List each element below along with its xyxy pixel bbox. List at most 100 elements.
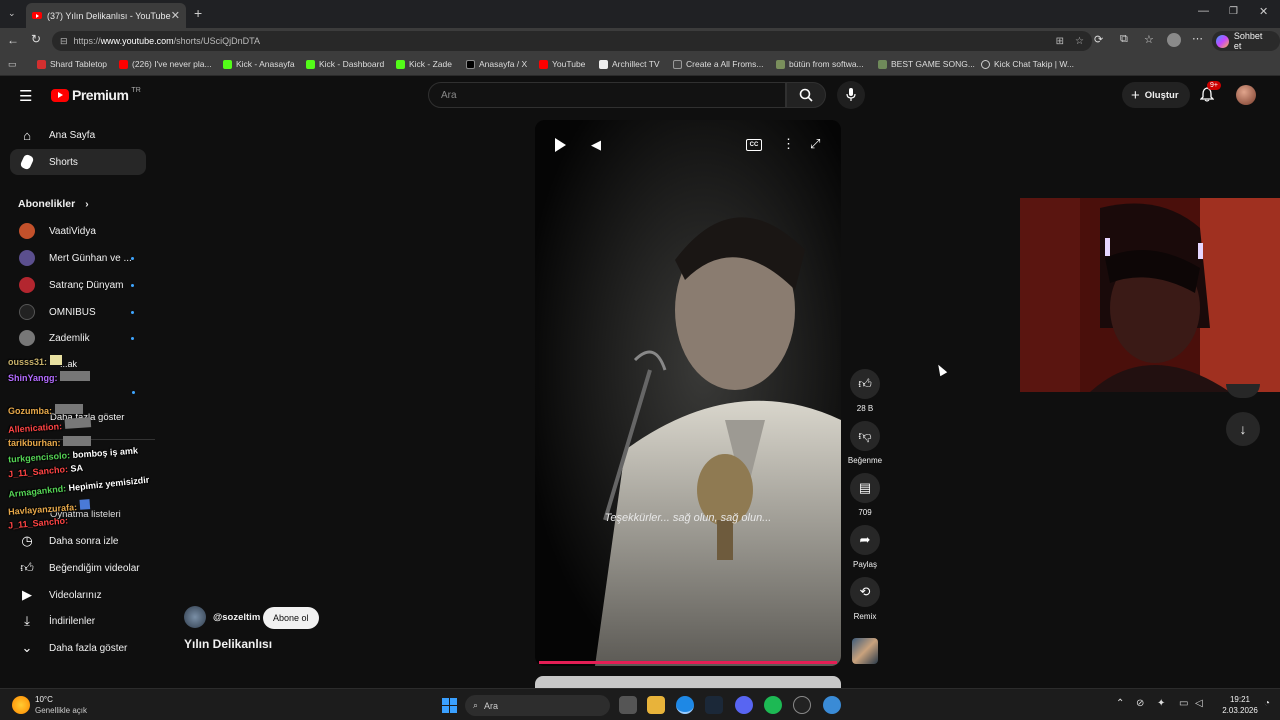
maximize-icon[interactable]: ❐ <box>1229 6 1238 17</box>
tab-title: (37) Yılın Delikanlısı - YouTube <box>47 10 171 21</box>
search-input[interactable]: Ara <box>441 90 457 101</box>
sidebar-toggle-icon[interactable]: ▭ <box>8 59 17 70</box>
spotify-icon[interactable] <box>764 696 782 714</box>
url-field[interactable]: ⊟ https://www.youtube.com/shorts/USciQjD… <box>52 31 1092 51</box>
sidebar-item-subscription[interactable]: Zademlik <box>10 325 146 351</box>
favorite-star-icon[interactable]: ☆ <box>1075 36 1084 47</box>
fullscreen-icon[interactable]: ⤢ <box>810 136 820 152</box>
progress-bar[interactable] <box>539 661 837 664</box>
next-short-preview[interactable] <box>535 676 841 688</box>
sidebar-item-label: Shorts <box>49 156 78 168</box>
play-button[interactable] <box>555 138 566 152</box>
share-button[interactable]: ➦ <box>850 525 880 555</box>
search-box[interactable]: Ara <box>428 82 786 108</box>
profile-avatar[interactable] <box>1167 33 1181 47</box>
back-icon[interactable]: ← <box>7 33 19 47</box>
bookmark-item[interactable]: YouTube <box>539 59 585 69</box>
new-tab-icon[interactable]: + <box>194 5 202 21</box>
sound-thumbnail[interactable] <box>852 638 878 664</box>
app-icon[interactable] <box>823 696 841 714</box>
sidebar-item-show-more[interactable]: ⌄ Daha fazla göster <box>10 635 146 661</box>
sidebar-item-watch-later[interactable]: ◷ Daha sonra izle <box>10 528 146 554</box>
sidebar-item-subscription[interactable]: OMNIBUS <box>10 299 146 325</box>
browser-tab[interactable]: (37) Yılın Delikanlısı - YouTube ✕ <box>26 3 186 28</box>
site-info-icon[interactable]: ⊟ <box>60 36 68 47</box>
steam-icon[interactable] <box>705 696 723 714</box>
notifications-button[interactable]: 9+ <box>1199 81 1221 107</box>
sidebar-item-partial[interactable]: ...ak <box>60 359 77 369</box>
subscribe-button[interactable]: Abone ol <box>263 607 319 629</box>
like-button[interactable]: 👍︎ <box>850 369 880 399</box>
network-icon[interactable]: ▭ <box>1179 698 1188 709</box>
taskbar-search[interactable]: ⌕ Ara <box>465 695 610 716</box>
shorts-video-player[interactable]: ◀ CC ⋮ ⤢ Teşekkürler... sağ olun, sağ ol… <box>535 120 841 666</box>
tray-app-icon[interactable]: ⊘ <box>1136 698 1144 709</box>
taskbar-search-label: Ara <box>484 700 499 711</box>
reload-icon[interactable]: ↻ <box>31 32 41 46</box>
next-short-button[interactable]: ↓ <box>1226 412 1260 446</box>
discord-icon[interactable] <box>735 696 753 714</box>
sidebar-item-subscription[interactable]: Mert Günhan ve ... <box>10 245 146 271</box>
more-options-icon[interactable]: ⋮ <box>782 136 795 152</box>
bookmark-item[interactable]: Archillect TV <box>599 59 660 69</box>
clock[interactable]: 19:21 2.03.2026 <box>1222 694 1258 716</box>
tray-chevron-icon[interactable]: ⌃ <box>1116 698 1124 709</box>
bookmark-item[interactable]: BEST GAME SONG... <box>878 59 975 69</box>
sidebar-item-home[interactable]: ⌂ Ana Sayfa <box>10 122 146 148</box>
volume-icon[interactable]: ◀ <box>591 137 601 153</box>
epic-games-icon[interactable] <box>793 696 811 714</box>
sidebar-item-downloads[interactable]: ⤓ İndirilenler <box>10 608 146 634</box>
bookmark-item[interactable]: Kick Chat Takip | W... <box>981 59 1074 69</box>
bookmark-item[interactable]: Shard Tabletop <box>37 59 107 69</box>
favorites-icon[interactable]: ☆ <box>1144 33 1154 46</box>
copilot-chat-button[interactable]: Sohbet et <box>1212 31 1280 51</box>
bookmark-item[interactable]: Kick - Zade <box>396 59 452 69</box>
voice-search-button[interactable] <box>837 81 865 109</box>
app-icon[interactable]: ⊞ <box>1056 36 1064 47</box>
sidebar-item-shorts[interactable]: Shorts <box>10 149 146 175</box>
close-tab-icon[interactable]: ✕ <box>171 9 180 22</box>
sidebar-item-subscription[interactable]: Satranç Dünyam <box>10 272 146 298</box>
sidebar-item-liked-videos[interactable]: 👍︎ Beğendiğim videolar <box>10 555 146 581</box>
tab-actions-icon[interactable]: ⌄ <box>8 8 16 19</box>
channel-avatar[interactable] <box>184 606 206 628</box>
bookmark-item[interactable]: Kick - Anasayfa <box>223 59 295 69</box>
channel-avatar <box>19 330 35 346</box>
windows-icon <box>441 697 457 713</box>
volume-icon[interactable]: ◁ <box>1195 698 1203 709</box>
bookmark-label: Kick - Dashboard <box>319 59 385 69</box>
menu-icon[interactable]: ☰ <box>19 87 32 105</box>
sidebar-item-your-videos[interactable]: ▶ Videolarınız <box>10 582 146 608</box>
start-button[interactable] <box>440 696 458 714</box>
webcam-overlay <box>1020 198 1280 392</box>
bookmark-item[interactable]: Create a All Froms... <box>673 59 763 69</box>
share-label: Paylaş <box>852 560 877 569</box>
create-button[interactable]: + Oluştur <box>1122 82 1190 108</box>
minimize-icon[interactable]: — <box>1198 5 1209 17</box>
search-button[interactable] <box>786 82 826 108</box>
account-avatar[interactable] <box>1236 85 1256 105</box>
weather-widget[interactable]: 10°C Genellikle açık <box>12 694 87 716</box>
extensions-icon[interactable]: ⟳ <box>1094 33 1103 46</box>
youtube-premium-logo[interactable]: Premium TR <box>51 87 141 103</box>
notifications-icon[interactable]: ◔ <box>1264 698 1270 709</box>
comments-button[interactable]: ▤ <box>850 473 880 503</box>
bookmark-item[interactable]: (226) I've never pla... <box>119 59 212 69</box>
bookmark-item[interactable]: Kick - Dashboard <box>306 59 384 69</box>
remix-button[interactable]: ⟲ <box>850 577 880 607</box>
dislike-button[interactable]: 👎︎ <box>850 421 880 451</box>
file-explorer-icon[interactable] <box>647 696 665 714</box>
tray-app-icon[interactable]: ✦ <box>1157 698 1165 709</box>
split-screen-icon[interactable]: ⧉ <box>1120 33 1128 46</box>
captions-icon[interactable]: CC <box>746 139 762 151</box>
bookmark-item[interactable]: Anasayfa / X <box>466 59 527 69</box>
close-window-icon[interactable]: ✕ <box>1259 5 1268 18</box>
task-view-icon[interactable] <box>619 696 637 714</box>
sidebar-item-label: Daha sonra izle <box>49 535 119 547</box>
sidebar-item-subscription[interactable]: VaatiVidya <box>10 218 146 244</box>
bookmark-item[interactable]: bütün from softwa... <box>776 59 864 69</box>
edge-browser-icon[interactable] <box>676 696 694 714</box>
subscriptions-header[interactable]: Abonelikler › <box>18 198 89 210</box>
more-menu-icon[interactable]: ⋯ <box>1192 32 1203 45</box>
channel-name[interactable]: @sozeltim <box>213 612 260 623</box>
